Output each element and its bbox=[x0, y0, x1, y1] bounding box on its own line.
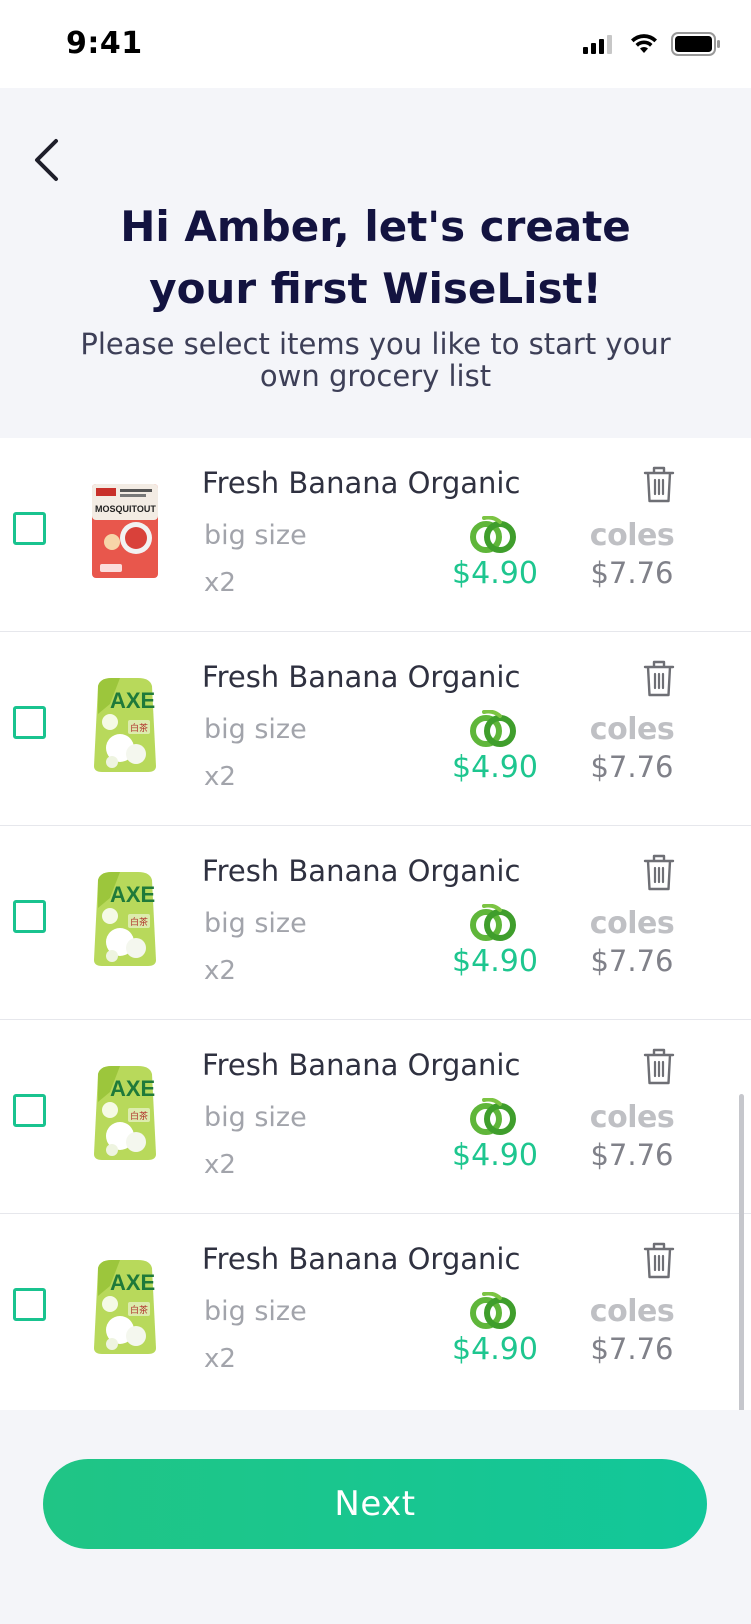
item-name: Fresh Banana Organic bbox=[202, 660, 521, 694]
item-quantity: x2 bbox=[204, 568, 236, 598]
woolworths-price: $4.90 bbox=[452, 750, 538, 785]
item-name: Fresh Banana Organic bbox=[202, 1048, 521, 1082]
trash-icon[interactable] bbox=[642, 466, 676, 504]
status-time: 9:41 bbox=[66, 26, 143, 61]
item-name: Fresh Banana Organic bbox=[202, 466, 521, 500]
item-size: big size bbox=[204, 908, 307, 939]
item-size: big size bbox=[204, 714, 307, 745]
coles-logo: coles bbox=[589, 1100, 675, 1135]
item-size: big size bbox=[204, 520, 307, 551]
coles-price: $7.76 bbox=[590, 944, 674, 978]
woolworths-logo-icon bbox=[470, 710, 516, 747]
product-image: MOSQUITOUT bbox=[92, 484, 158, 578]
next-button[interactable]: Next bbox=[43, 1459, 707, 1549]
coles-price: $7.76 bbox=[590, 750, 674, 784]
item-name: Fresh Banana Organic bbox=[202, 1242, 521, 1276]
status-bar: 9:41 bbox=[0, 0, 751, 88]
product-image: AXE 白茶 bbox=[94, 872, 156, 966]
trash-icon[interactable] bbox=[642, 660, 676, 698]
page-title: Hi Amber, let's create your first WiseLi… bbox=[120, 202, 631, 313]
product-brand-label: AXE bbox=[110, 688, 155, 713]
coles-price: $7.76 bbox=[590, 556, 674, 590]
product-image: AXE 白茶 bbox=[94, 1066, 156, 1160]
cellular-signal-icon bbox=[583, 35, 612, 54]
item-checkbox[interactable] bbox=[13, 1288, 46, 1321]
product-sub-label: 白茶 bbox=[130, 916, 148, 928]
item-quantity: x2 bbox=[204, 956, 236, 986]
item-checkbox[interactable] bbox=[13, 1094, 46, 1127]
list-item[interactable]: AXE 白茶 Fresh Banana Organic big size x2 … bbox=[0, 826, 751, 1020]
product-brand-label: MOSQUITOUT bbox=[95, 504, 156, 514]
coles-price: $7.76 bbox=[590, 1332, 674, 1366]
coles-logo: coles bbox=[589, 1294, 675, 1329]
trash-icon[interactable] bbox=[642, 1242, 676, 1280]
product-sub-label: 白茶 bbox=[130, 1110, 148, 1122]
woolworths-price: $4.90 bbox=[452, 1332, 538, 1367]
back-button[interactable] bbox=[24, 130, 68, 190]
woolworths-price: $4.90 bbox=[452, 1138, 538, 1173]
product-brand-label: AXE bbox=[110, 1270, 155, 1295]
woolworths-logo-icon bbox=[470, 1098, 516, 1135]
product-sub-label: 白茶 bbox=[130, 1304, 148, 1316]
item-quantity: x2 bbox=[204, 1150, 236, 1180]
header: Hi Amber, let's create your first WiseLi… bbox=[0, 88, 751, 438]
scrollbar[interactable] bbox=[739, 1094, 744, 1440]
coles-logo: coles bbox=[589, 712, 675, 747]
status-icons bbox=[583, 32, 721, 56]
list-item[interactable]: MOSQUITOUT Fresh Banana Organic big size… bbox=[0, 438, 751, 632]
coles-price: $7.76 bbox=[590, 1138, 674, 1172]
woolworths-logo-icon bbox=[470, 516, 516, 553]
list-item[interactable]: AXE 白茶 Fresh Banana Organic big size x2 … bbox=[0, 1214, 751, 1408]
woolworths-logo-icon bbox=[470, 904, 516, 941]
woolworths-logo-icon bbox=[470, 1292, 516, 1329]
trash-icon[interactable] bbox=[642, 854, 676, 892]
trash-icon[interactable] bbox=[642, 1048, 676, 1086]
battery-icon bbox=[671, 32, 720, 56]
footer: Next bbox=[0, 1410, 751, 1624]
woolworths-price: $4.90 bbox=[452, 944, 538, 979]
product-list: MOSQUITOUT Fresh Banana Organic big size… bbox=[0, 438, 751, 1440]
list-item[interactable]: AXE 白茶 Fresh Banana Organic big size x2 … bbox=[0, 1020, 751, 1214]
item-size: big size bbox=[204, 1102, 307, 1133]
coles-logo: coles bbox=[589, 518, 675, 553]
item-quantity: x2 bbox=[204, 762, 236, 792]
item-size: big size bbox=[204, 1296, 307, 1327]
coles-logo: coles bbox=[589, 906, 675, 941]
wifi-icon bbox=[631, 34, 657, 53]
item-checkbox[interactable] bbox=[13, 900, 46, 933]
product-image: AXE 白茶 bbox=[94, 1260, 156, 1354]
list-item[interactable]: AXE 白茶 Fresh Banana Organic big size x2 … bbox=[0, 632, 751, 826]
item-checkbox[interactable] bbox=[13, 706, 46, 739]
product-sub-label: 白茶 bbox=[130, 722, 148, 734]
chevron-left-icon bbox=[35, 139, 58, 181]
woolworths-price: $4.90 bbox=[452, 556, 538, 591]
product-brand-label: AXE bbox=[110, 882, 155, 907]
item-quantity: x2 bbox=[204, 1344, 236, 1374]
page-subtitle: Please select items you like to start yo… bbox=[80, 327, 671, 393]
item-checkbox[interactable] bbox=[13, 512, 46, 545]
product-brand-label: AXE bbox=[110, 1076, 155, 1101]
product-image: AXE 白茶 bbox=[94, 678, 156, 772]
item-name: Fresh Banana Organic bbox=[202, 854, 521, 888]
